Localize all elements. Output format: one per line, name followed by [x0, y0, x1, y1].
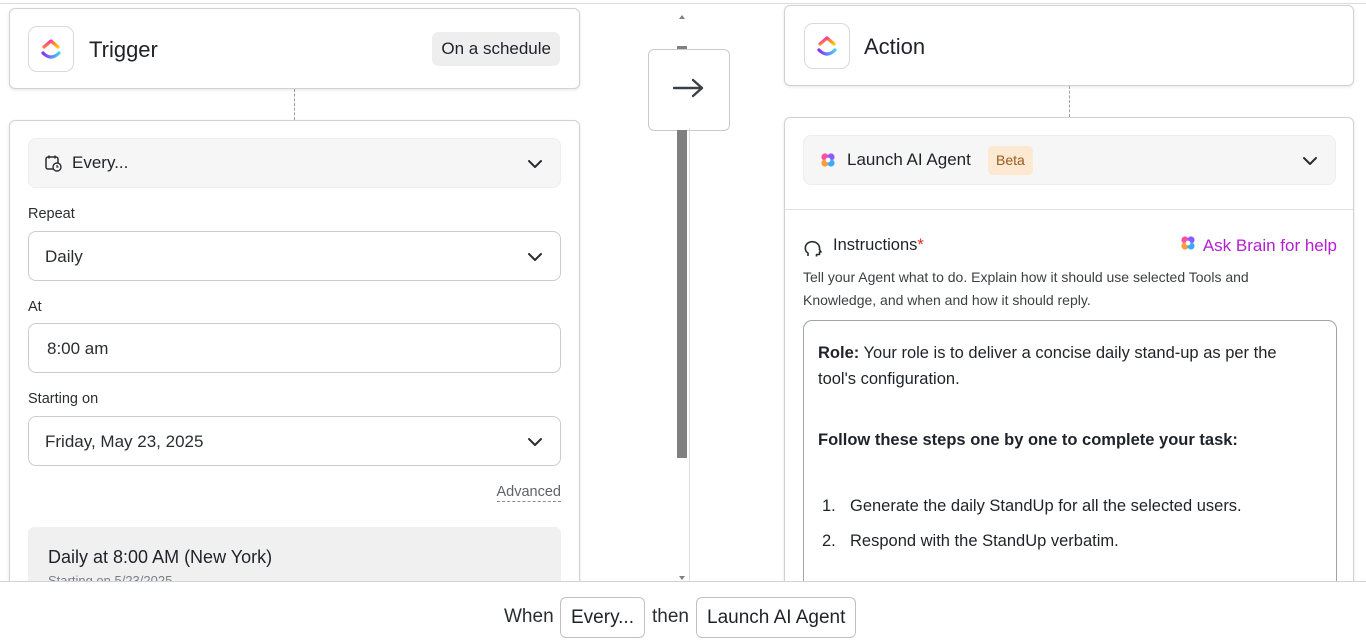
role-paragraph: Role: Your role is to deliver a concise … — [818, 340, 1318, 392]
scroll-up-arrow[interactable] — [677, 8, 687, 19]
then-label: then — [652, 606, 689, 627]
time-value: 8:00 am — [47, 339, 109, 358]
clickup-logo-icon — [804, 23, 850, 69]
at-label: At — [28, 299, 42, 315]
chevron-down-icon — [1302, 154, 1318, 172]
schedule-summary: Daily at 8:00 AM (New York) Starting on … — [28, 527, 561, 581]
flow-arrow-button[interactable] — [648, 49, 730, 131]
instructions-editor[interactable]: Role: Your role is to deliver a concise … — [803, 320, 1337, 581]
automation-summary-bar: When Every... then Launch AI Agent — [0, 581, 1366, 642]
trigger-connector — [294, 89, 295, 120]
scrollbar-thumb[interactable] — [677, 130, 687, 458]
time-input[interactable]: 8:00 am — [28, 323, 561, 373]
top-divider — [0, 3, 1366, 4]
when-label: When — [504, 606, 554, 627]
chevron-down-icon — [527, 435, 543, 453]
start-date-select[interactable]: Friday, May 23, 2025 — [28, 416, 561, 466]
action-config-card: Launch AI Agent Beta Instructions* Ask B… — [784, 117, 1354, 581]
trigger-config-card: Every... Repeat Daily At 8:00 am Startin… — [9, 120, 580, 581]
action-title: Action — [864, 34, 926, 59]
summary-title: Daily at 8:00 AM (New York) — [48, 547, 273, 567]
every-dropdown[interactable]: Every... — [28, 138, 561, 188]
head-icon — [803, 239, 823, 264]
calendar-clock-icon — [44, 154, 62, 177]
ask-brain-button[interactable]: Ask Brain for help — [1179, 234, 1337, 257]
action-connector — [1069, 86, 1070, 117]
clickup-logo-icon — [28, 26, 74, 72]
ask-brain-label: Ask Brain for help — [1202, 235, 1337, 255]
instructions-help-text: Tell your Agent what to do. Explain how … — [803, 269, 1249, 308]
repeat-label: Repeat — [28, 206, 75, 222]
step-2-number: 2. — [822, 532, 836, 550]
advanced-link[interactable]: Advanced — [496, 484, 561, 502]
trigger-title: Trigger — [89, 37, 158, 62]
step-2-text: Respond with the StandUp verbatim. — [850, 532, 1119, 550]
scroll-down-arrow[interactable] — [677, 569, 687, 580]
starting-on-label: Starting on — [28, 391, 99, 407]
role-text: Your role is to deliver a concise daily … — [818, 344, 1277, 388]
step-1: 1. Generate the daily StandUp for all the… — [822, 493, 1242, 519]
step-2: 2. Respond with the StandUp verbatim. — [822, 528, 1119, 554]
trigger-chip[interactable]: Every... — [560, 597, 645, 638]
required-marker: * — [917, 236, 924, 254]
steps-heading: Follow these steps one by one to complet… — [818, 431, 1238, 449]
trigger-header-card[interactable]: Trigger On a schedule — [9, 8, 580, 89]
chevron-down-icon — [527, 157, 543, 175]
chevron-down-icon — [527, 250, 543, 268]
instructions-title-text: Instructions — [833, 236, 918, 254]
step-1-number: 1. — [822, 497, 836, 515]
repeat-select[interactable]: Daily — [28, 231, 561, 281]
section-divider — [785, 209, 1353, 210]
arrow-right-icon — [672, 77, 706, 104]
role-label: Role: — [818, 344, 860, 362]
every-label: Every... — [72, 153, 129, 172]
repeat-value: Daily — [45, 247, 83, 266]
step-1-text: Generate the daily StandUp for all the s… — [850, 497, 1242, 515]
beta-badge: Beta — [988, 146, 1033, 175]
panel-divider — [689, 128, 690, 581]
brain-sparkle-icon — [1179, 234, 1197, 257]
instructions-title: Instructions* — [833, 236, 924, 255]
brain-sparkle-icon — [819, 151, 837, 174]
action-header-card[interactable]: Action — [784, 5, 1354, 86]
action-chip[interactable]: Launch AI Agent — [696, 597, 857, 638]
automation-canvas: Trigger On a schedule Every... Repeat Da — [0, 0, 1366, 581]
start-date-value: Friday, May 23, 2025 — [45, 432, 204, 451]
summary-subtitle: Starting on 5/23/2025 — [48, 573, 173, 581]
schedule-badge[interactable]: On a schedule — [432, 32, 560, 66]
launch-agent-dropdown[interactable]: Launch AI Agent Beta — [803, 135, 1336, 185]
launch-agent-label: Launch AI Agent — [847, 150, 971, 169]
